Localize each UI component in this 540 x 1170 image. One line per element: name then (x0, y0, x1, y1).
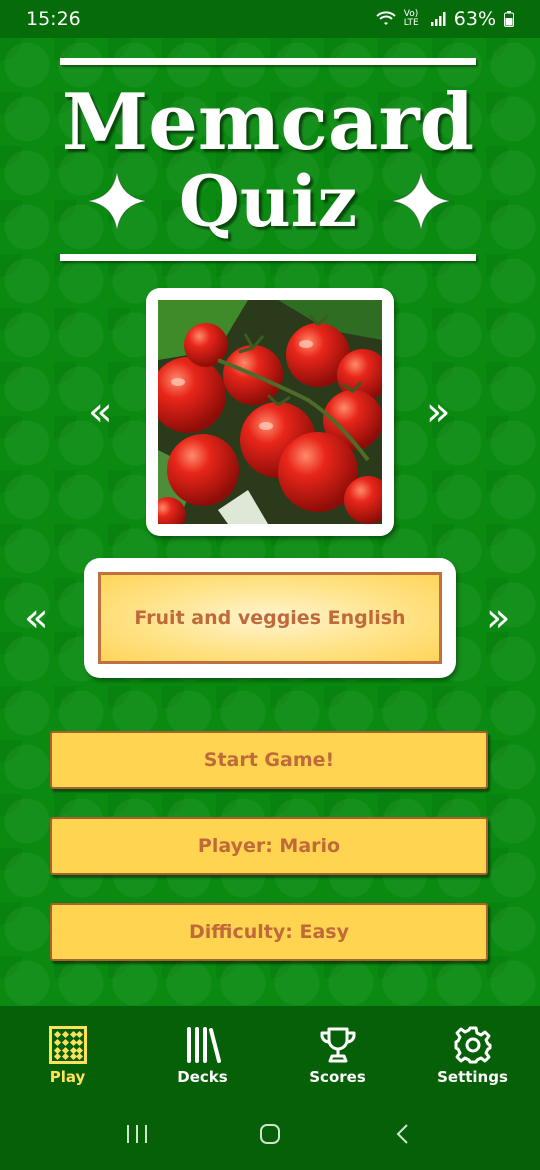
recent-apps-icon[interactable] (125, 1123, 149, 1145)
nav-settings-label: Settings (437, 1068, 508, 1086)
status-time: 15:26 (26, 8, 81, 30)
nav-scores[interactable]: Scores (270, 1006, 405, 1098)
nav-play[interactable]: Play (0, 1006, 135, 1098)
title-line-1: Memcard (61, 77, 475, 168)
main-area: Memcard Quiz « » « Fruit and veggies Eng… (0, 38, 540, 1006)
nav-decks-label: Decks (177, 1068, 228, 1086)
gear-icon (454, 1026, 491, 1064)
sparkle-right-icon (391, 171, 451, 231)
title-top-rule (60, 58, 476, 65)
difficulty-label: Difficulty: Easy (189, 921, 349, 943)
back-icon[interactable] (391, 1122, 415, 1146)
bottom-nav: Play Decks Scores Settings (0, 1006, 540, 1098)
nav-play-label: Play (49, 1068, 86, 1086)
nav-scores-label: Scores (309, 1068, 366, 1086)
signal-icon (430, 12, 446, 26)
status-icons: Vo) LTE 63% (376, 8, 514, 30)
sparkle-left-icon (87, 171, 147, 231)
deck-name: Fruit and veggies English (134, 607, 406, 629)
wifi-icon (376, 11, 396, 25)
player-button[interactable]: Player: Mario (50, 817, 488, 875)
grid-icon (48, 1026, 87, 1064)
nav-settings[interactable]: Settings (405, 1006, 540, 1098)
battery-percent: 63% (453, 8, 496, 30)
deck-next-arrow[interactable]: » (486, 598, 510, 638)
deck-prev-arrow[interactable]: « (24, 598, 48, 638)
library-icon (186, 1027, 221, 1063)
nav-decks[interactable]: Decks (135, 1006, 270, 1098)
status-bar: 15:26 Vo) LTE 63% (0, 0, 540, 38)
title-bottom-rule (60, 254, 476, 261)
battery-icon (504, 11, 514, 27)
tomatoes-photo-icon (158, 300, 382, 524)
difficulty-button[interactable]: Difficulty: Easy (50, 903, 488, 961)
card-image-frame (146, 288, 394, 536)
system-nav-bar (0, 1098, 540, 1170)
home-icon[interactable] (258, 1122, 282, 1146)
deck-selector[interactable]: Fruit and veggies English (84, 558, 456, 678)
trophy-icon (320, 1027, 355, 1063)
network-label: Vo) LTE (403, 9, 419, 28)
app-title: Memcard Quiz (60, 58, 476, 264)
player-label: Player: Mario (197, 835, 341, 857)
start-game-label: Start Game! (203, 749, 335, 771)
deck-name-panel: Fruit and veggies English (98, 572, 442, 664)
start-game-button[interactable]: Start Game! (50, 731, 488, 789)
image-next-arrow[interactable]: » (426, 392, 450, 432)
image-prev-arrow[interactable]: « (88, 392, 112, 432)
